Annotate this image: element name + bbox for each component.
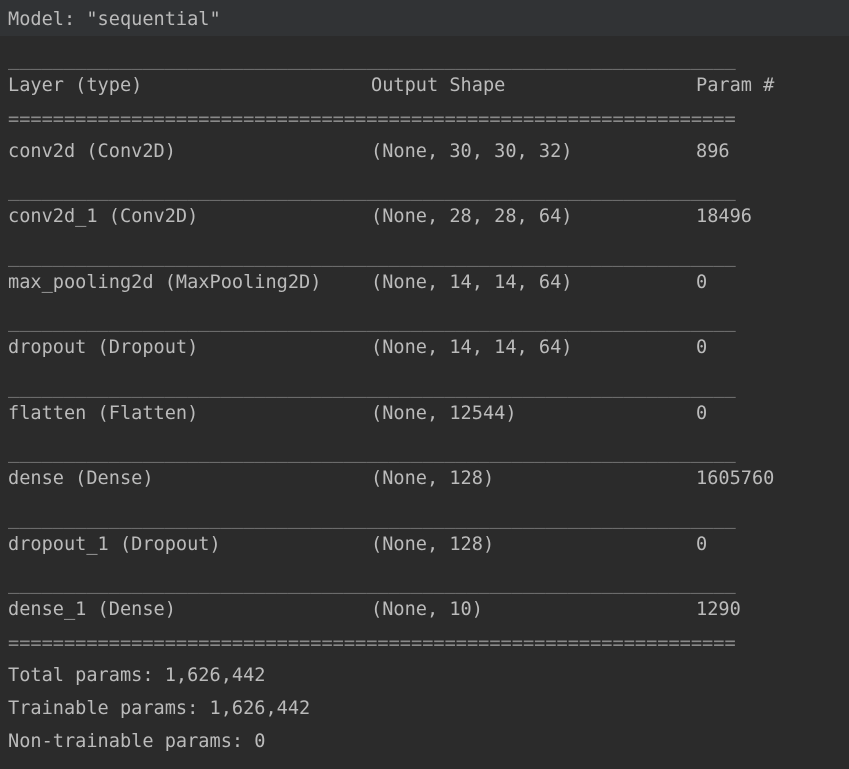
table-row: dense_1 (Dense) (None, 10) 1290	[8, 593, 741, 626]
table-row: dropout (Dropout) (None, 14, 14, 64) 0	[8, 331, 707, 364]
non-trainable-params: Non-trainable params: 0	[8, 731, 266, 752]
layer-name: dropout (Dropout)	[8, 337, 199, 358]
layer-name: dense (Dense)	[8, 468, 154, 489]
table-row: max_pooling2d (MaxPooling2D) (None, 14, …	[8, 266, 707, 299]
separator-double: ========================================…	[8, 633, 736, 654]
table-header: Layer (type) Output Shape Param #	[8, 69, 774, 102]
output-shape: (None, 128)	[371, 534, 495, 555]
table-row: conv2d_1 (Conv2D) (None, 28, 28, 64) 184…	[8, 200, 752, 233]
output-shape: (None, 30, 30, 32)	[371, 141, 573, 162]
table-row: conv2d (Conv2D) (None, 30, 30, 32) 896	[8, 135, 730, 168]
param-count: 0	[696, 337, 708, 358]
header-output-shape: Output Shape	[371, 75, 506, 96]
layer-name: conv2d_1 (Conv2D)	[8, 206, 199, 227]
console-output: Model: "sequential" ____________________…	[0, 0, 849, 769]
output-shape: (None, 14, 14, 64)	[371, 272, 573, 293]
separator-double: ========================================…	[8, 109, 736, 130]
layer-name: max_pooling2d (MaxPooling2D)	[8, 272, 322, 293]
output-shape: (None, 128)	[371, 468, 495, 489]
total-params: Total params: 1,626,442	[8, 665, 266, 686]
param-count: 0	[696, 534, 708, 555]
header-params: Param #	[696, 75, 775, 96]
param-count: 0	[696, 403, 708, 424]
output-shape: (None, 14, 14, 64)	[371, 337, 573, 358]
model-title: Model: "sequential"	[8, 9, 221, 30]
layer-name: conv2d (Conv2D)	[8, 141, 176, 162]
layer-name: dropout_1 (Dropout)	[8, 534, 221, 555]
layer-name: dense_1 (Dense)	[8, 599, 176, 620]
param-count: 0	[696, 272, 708, 293]
table-row: dense (Dense) (None, 128) 1605760	[8, 462, 774, 495]
layer-name: flatten (Flatten)	[8, 403, 199, 424]
table-row: flatten (Flatten) (None, 12544) 0	[8, 397, 707, 430]
param-count: 18496	[696, 206, 752, 227]
output-shape: (None, 12544)	[371, 403, 517, 424]
param-count: 1290	[696, 599, 741, 620]
param-count: 896	[696, 141, 730, 162]
trainable-params: Trainable params: 1,626,442	[8, 698, 311, 719]
output-shape: (None, 10)	[371, 599, 483, 620]
output-shape: (None, 28, 28, 64)	[371, 206, 573, 227]
param-count: 1605760	[696, 468, 775, 489]
header-layer: Layer (type)	[8, 75, 143, 96]
table-row: dropout_1 (Dropout) (None, 128) 0	[8, 528, 707, 561]
